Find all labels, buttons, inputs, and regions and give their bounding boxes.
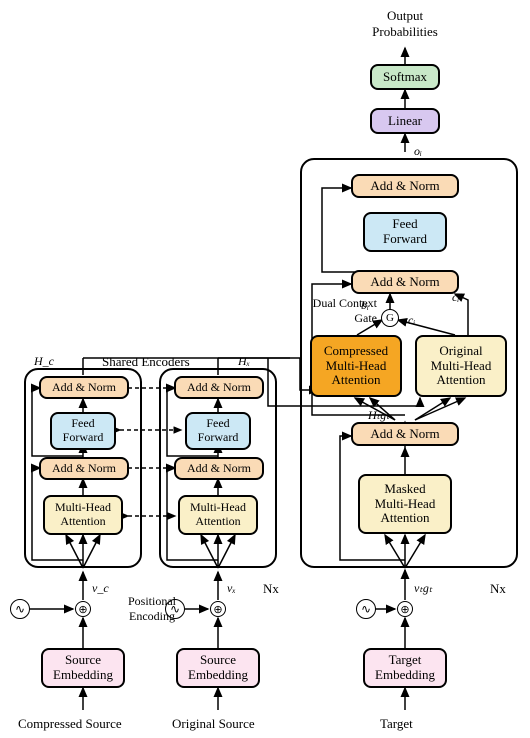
enc1-addnorm2: Add & Norm (39, 376, 129, 399)
decoder-addnorm1: Add & Norm (351, 422, 459, 446)
enc1-addnorm1: Add & Norm (39, 457, 129, 480)
enc2-addnorm1: Add & Norm (174, 457, 264, 480)
enc2-source-embedding: Source Embedding (176, 648, 260, 688)
original-source-label: Original Source (172, 716, 255, 732)
compressed-source-label: Compressed Source (18, 716, 122, 732)
decoder-plus: ⊕ (397, 601, 413, 617)
gate-circle: G (381, 309, 399, 327)
vx-label: vₓ (227, 581, 236, 596)
decoder-addnorm3: Add & Norm (351, 174, 459, 198)
vc-label: v_c (92, 581, 109, 596)
output-probabilities-label: Output Probabilities (360, 8, 450, 40)
oi-label: oᵢ (414, 144, 422, 159)
enc2-addnorm2: Add & Norm (174, 376, 264, 399)
enc1-pos-encoding-icon: ∿ (10, 599, 30, 619)
bi-label: bᵢ (361, 298, 369, 313)
enc2-feedforward: Feed Forward (185, 412, 251, 450)
decoder-pos-encoding-icon: ∿ (356, 599, 376, 619)
hx-label: Hₓ (238, 354, 250, 369)
ci-label: cᵢ (408, 313, 415, 328)
decoder-addnorm2: Add & Norm (351, 270, 459, 294)
enc1-mha: Multi-Head Attention (43, 495, 123, 535)
target-label: Target (380, 716, 413, 732)
masked-mha-block: Masked Multi-Head Attention (358, 474, 452, 534)
decoder-feedforward: Feed Forward (363, 212, 447, 252)
encoder-nx-label: Nx (263, 581, 279, 597)
target-embedding-block: Target Embedding (363, 648, 447, 688)
softmax-block: Softmax (370, 64, 440, 90)
original-mha-block: Original Multi-Head Attention (415, 335, 507, 397)
linear-block: Linear (370, 108, 440, 134)
enc1-source-embedding: Source Embedding (41, 648, 125, 688)
vtgt-label: vₜgₜ (414, 581, 432, 596)
htgt-label: Hₜgₜ (368, 408, 390, 423)
enc2-mha: Multi-Head Attention (178, 495, 258, 535)
enc1-plus: ⊕ (75, 601, 91, 617)
enc2-plus: ⊕ (210, 601, 226, 617)
hc-label: H_c (34, 354, 54, 369)
compressed-mha-block: Compressed Multi-Head Attention (310, 335, 402, 397)
positional-encoding-label: Positional Encoding (122, 594, 182, 624)
enc1-feedforward: Feed Forward (50, 412, 116, 450)
decoder-nx-label: Nx (490, 581, 506, 597)
ci-prime-label: cᵢ′ (452, 290, 462, 305)
